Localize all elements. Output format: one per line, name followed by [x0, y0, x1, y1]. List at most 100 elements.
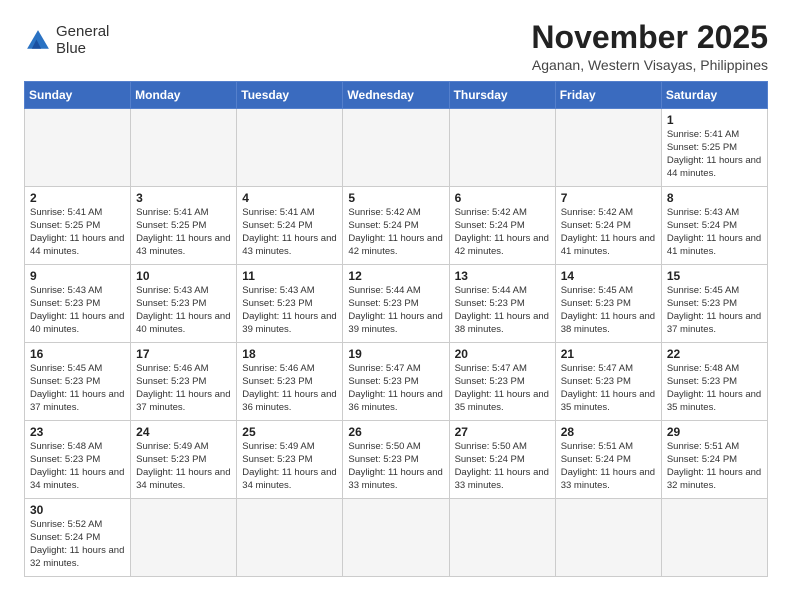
- calendar-cell: 21Sunrise: 5:47 AM Sunset: 5:23 PM Dayli…: [555, 343, 661, 421]
- weekday-header-tuesday: Tuesday: [237, 82, 343, 109]
- calendar-cell: 4 Sunrise: 5:41 AM Sunset: 5:24 PM Daylig…: [237, 187, 343, 265]
- day-detail: Sunrise: 5:41 AM Sunset: 5:25 PM Dayligh…: [667, 129, 762, 180]
- day-number: 19: [348, 347, 443, 361]
- weekday-header-friday: Friday: [555, 82, 661, 109]
- calendar-cell: 30 Sunrise: 5:52 AM Sunset: 5:24 PM Dayli…: [25, 499, 131, 577]
- day-number: 30: [30, 503, 125, 517]
- day-detail: Sunrise: 5:41 AM Sunset: 5:25 PM Dayligh…: [136, 207, 231, 258]
- location-title: Aganan, Western Visayas, Philippines: [531, 57, 768, 73]
- calendar-cell: [237, 499, 343, 577]
- calendar-cell: 23 Sunrise: 5:48 AM Sunset: 5:23 PM Dayli…: [25, 421, 131, 499]
- day-number: 6: [455, 191, 550, 205]
- day-detail: Sunrise: 5:45 AM Sunset: 5:23 PM Dayligh…: [30, 363, 125, 414]
- calendar-cell: [449, 499, 555, 577]
- calendar-cell: 26 Sunrise: 5:50 AM Sunset: 5:23 PM Dayli…: [343, 421, 449, 499]
- calendar-cell: [449, 109, 555, 187]
- weekday-header-wednesday: Wednesday: [343, 82, 449, 109]
- day-detail: Sunrise: 5:44 AM Sunset: 5:23 PM Dayligh…: [455, 285, 550, 336]
- day-number: 16: [30, 347, 125, 361]
- calendar-cell: [237, 109, 343, 187]
- day-detail: Sunrise: 5:47 AM Sunset: 5:23 PM Dayligh…: [348, 363, 443, 414]
- calendar-cell: 19 Sunrise: 5:47 AM Sunset: 5:23 PM Dayli…: [343, 343, 449, 421]
- day-detail: Sunrise: 5:49 AM Sunset: 5:23 PM Dayligh…: [136, 441, 231, 492]
- day-number: 14: [561, 269, 656, 283]
- calendar-table: SundayMondayTuesdayWednesdayThursdayFrid…: [24, 81, 768, 577]
- day-number: 20: [455, 347, 550, 361]
- weekday-header-saturday: Saturday: [661, 82, 767, 109]
- day-number: 4: [242, 191, 337, 205]
- day-number: 9: [30, 269, 125, 283]
- calendar-cell: 25Sunrise: 5:49 AM Sunset: 5:23 PM Dayli…: [237, 421, 343, 499]
- title-block: November 2025 Aganan, Western Visayas, P…: [531, 20, 768, 73]
- day-detail: Sunrise: 5:44 AM Sunset: 5:23 PM Dayligh…: [348, 285, 443, 336]
- day-detail: Sunrise: 5:51 AM Sunset: 5:24 PM Dayligh…: [667, 441, 762, 492]
- day-number: 12: [348, 269, 443, 283]
- calendar-cell: [343, 499, 449, 577]
- calendar-cell: [131, 499, 237, 577]
- header: General Blue November 2025 Aganan, Weste…: [24, 20, 768, 73]
- calendar-cell: 10 Sunrise: 5:43 AM Sunset: 5:23 PM Dayli…: [131, 265, 237, 343]
- calendar-cell: 20Sunrise: 5:47 AM Sunset: 5:23 PM Dayli…: [449, 343, 555, 421]
- day-number: 8: [667, 191, 762, 205]
- weekday-header-row: SundayMondayTuesdayWednesdayThursdayFrid…: [25, 82, 768, 109]
- day-number: 17: [136, 347, 231, 361]
- weekday-header-monday: Monday: [131, 82, 237, 109]
- calendar-cell: 3Sunrise: 5:41 AM Sunset: 5:25 PM Daylig…: [131, 187, 237, 265]
- day-number: 2: [30, 191, 125, 205]
- calendar-cell: 16 Sunrise: 5:45 AM Sunset: 5:23 PM Dayli…: [25, 343, 131, 421]
- weekday-header-thursday: Thursday: [449, 82, 555, 109]
- calendar-cell: 8 Sunrise: 5:43 AM Sunset: 5:24 PM Daylig…: [661, 187, 767, 265]
- day-number: 24: [136, 425, 231, 439]
- day-detail: Sunrise: 5:43 AM Sunset: 5:24 PM Dayligh…: [667, 207, 762, 258]
- calendar-cell: [131, 109, 237, 187]
- month-title: November 2025: [531, 20, 768, 55]
- day-detail: Sunrise: 5:50 AM Sunset: 5:24 PM Dayligh…: [455, 441, 550, 492]
- calendar-cell: [555, 499, 661, 577]
- day-detail: Sunrise: 5:41 AM Sunset: 5:24 PM Dayligh…: [242, 207, 337, 258]
- logo: General Blue: [24, 24, 109, 57]
- day-number: 7: [561, 191, 656, 205]
- calendar-cell: 27 Sunrise: 5:50 AM Sunset: 5:24 PM Dayli…: [449, 421, 555, 499]
- calendar-cell: 1 Sunrise: 5:41 AM Sunset: 5:25 PM Daylig…: [661, 109, 767, 187]
- calendar-cell: [343, 109, 449, 187]
- day-detail: Sunrise: 5:43 AM Sunset: 5:23 PM Dayligh…: [136, 285, 231, 336]
- day-number: 25: [242, 425, 337, 439]
- week-row-5: 23 Sunrise: 5:48 AM Sunset: 5:23 PM Dayli…: [25, 421, 768, 499]
- calendar-cell: 7Sunrise: 5:42 AM Sunset: 5:24 PM Daylig…: [555, 187, 661, 265]
- calendar-cell: 12 Sunrise: 5:44 AM Sunset: 5:23 PM Dayli…: [343, 265, 449, 343]
- day-number: 11: [242, 269, 337, 283]
- calendar-cell: [555, 109, 661, 187]
- day-detail: Sunrise: 5:41 AM Sunset: 5:25 PM Dayligh…: [30, 207, 125, 258]
- week-row-6: 30 Sunrise: 5:52 AM Sunset: 5:24 PM Dayli…: [25, 499, 768, 577]
- day-number: 29: [667, 425, 762, 439]
- day-detail: Sunrise: 5:42 AM Sunset: 5:24 PM Dayligh…: [348, 207, 443, 258]
- week-row-3: 9 Sunrise: 5:43 AM Sunset: 5:23 PM Daylig…: [25, 265, 768, 343]
- day-detail: Sunrise: 5:48 AM Sunset: 5:23 PM Dayligh…: [30, 441, 125, 492]
- day-detail: Sunrise: 5:46 AM Sunset: 5:23 PM Dayligh…: [242, 363, 337, 414]
- day-number: 10: [136, 269, 231, 283]
- day-detail: Sunrise: 5:46 AM Sunset: 5:23 PM Dayligh…: [136, 363, 231, 414]
- logo-text: General Blue: [56, 24, 109, 57]
- day-detail: Sunrise: 5:52 AM Sunset: 5:24 PM Dayligh…: [30, 519, 125, 570]
- day-number: 5: [348, 191, 443, 205]
- day-number: 15: [667, 269, 762, 283]
- day-number: 13: [455, 269, 550, 283]
- day-number: 26: [348, 425, 443, 439]
- day-number: 27: [455, 425, 550, 439]
- logo-icon: [24, 27, 52, 55]
- day-detail: Sunrise: 5:50 AM Sunset: 5:23 PM Dayligh…: [348, 441, 443, 492]
- calendar-cell: 22Sunrise: 5:48 AM Sunset: 5:23 PM Dayli…: [661, 343, 767, 421]
- calendar-cell: [661, 499, 767, 577]
- day-number: 28: [561, 425, 656, 439]
- calendar-cell: 13 Sunrise: 5:44 AM Sunset: 5:23 PM Dayli…: [449, 265, 555, 343]
- day-number: 1: [667, 113, 762, 127]
- calendar-cell: 17 Sunrise: 5:46 AM Sunset: 5:23 PM Dayli…: [131, 343, 237, 421]
- week-row-1: 1 Sunrise: 5:41 AM Sunset: 5:25 PM Daylig…: [25, 109, 768, 187]
- day-number: 22: [667, 347, 762, 361]
- calendar-cell: 11Sunrise: 5:43 AM Sunset: 5:23 PM Dayli…: [237, 265, 343, 343]
- day-number: 18: [242, 347, 337, 361]
- day-number: 23: [30, 425, 125, 439]
- day-detail: Sunrise: 5:43 AM Sunset: 5:23 PM Dayligh…: [30, 285, 125, 336]
- calendar-cell: 5 Sunrise: 5:42 AM Sunset: 5:24 PM Daylig…: [343, 187, 449, 265]
- week-row-2: 2 Sunrise: 5:41 AM Sunset: 5:25 PM Daylig…: [25, 187, 768, 265]
